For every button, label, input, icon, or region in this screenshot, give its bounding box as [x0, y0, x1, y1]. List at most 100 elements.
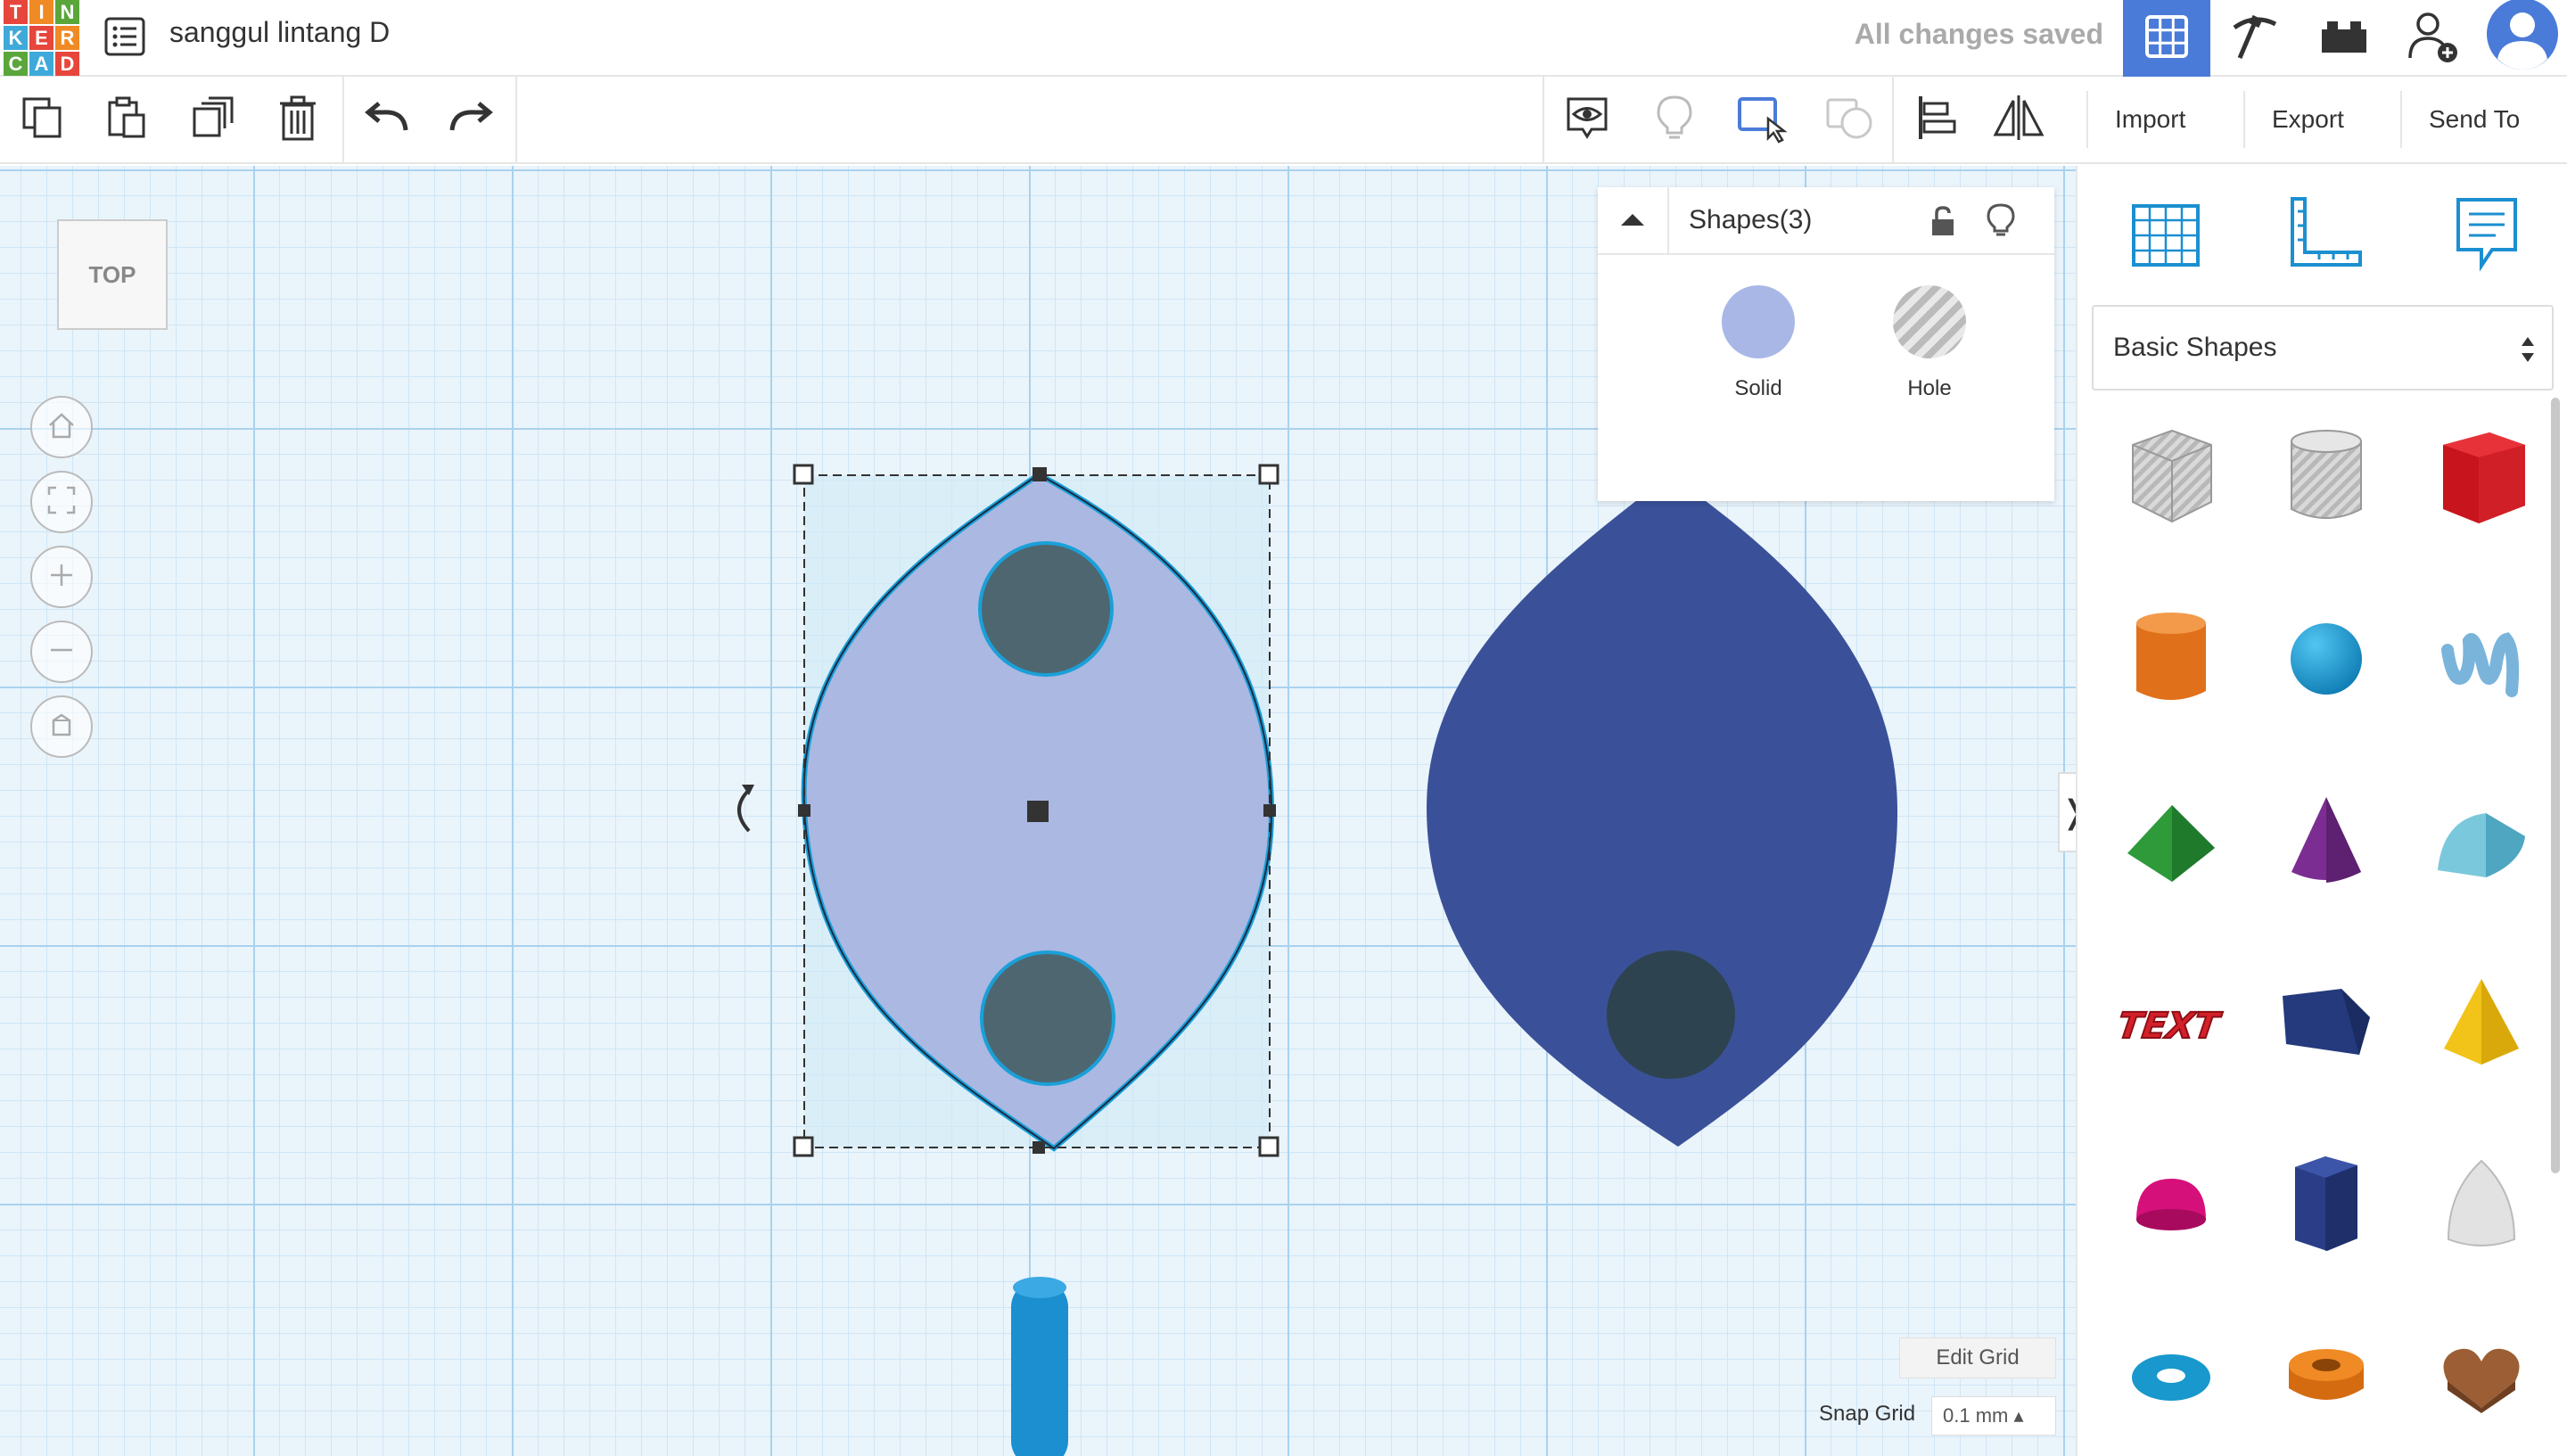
- scribble-icon: [2437, 614, 2526, 708]
- align-button[interactable]: [1912, 95, 1962, 144]
- logo-letter: R: [55, 26, 79, 50]
- avatar-icon: [2481, 0, 2563, 79]
- edit-toolbar: Import Export Send To: [0, 77, 2567, 164]
- hole-option[interactable]: Hole: [1876, 285, 1983, 401]
- shape-scribble[interactable]: [2423, 603, 2539, 719]
- shape-round-roof[interactable]: [2423, 785, 2539, 901]
- collapse-inspector-button[interactable]: [1598, 187, 1669, 255]
- shape-cylinder[interactable]: [2113, 603, 2229, 719]
- cone-icon: [2286, 792, 2366, 894]
- shape-roof[interactable]: [2113, 785, 2229, 901]
- grid-icon: [2143, 13, 2190, 64]
- shape-tube[interactable]: [2268, 1321, 2384, 1437]
- bricks-button[interactable]: [2300, 0, 2388, 77]
- save-status: All changes saved: [1854, 18, 2103, 50]
- ruler-tab[interactable]: [2275, 187, 2374, 285]
- solid-swatch: [1722, 285, 1795, 358]
- hole-swatch: [1893, 285, 1966, 358]
- group-button[interactable]: [1737, 95, 1788, 144]
- copy-icon: [21, 95, 65, 144]
- design-menu-icon[interactable]: [103, 16, 146, 57]
- shape-sphere[interactable]: [2268, 603, 2384, 719]
- shape-text[interactable]: TEXT: [2113, 967, 2229, 1082]
- trash-icon: [276, 95, 319, 145]
- hole-label: Hole: [1907, 376, 1952, 400]
- duplicate-icon: [191, 95, 237, 145]
- toolbar-divider: [1892, 77, 1894, 164]
- duplicate-button[interactable]: [189, 95, 239, 144]
- eye-bubble-icon: [1563, 94, 1611, 146]
- hole-shape-dark[interactable]: [1607, 950, 1735, 1079]
- rotate-handle-icon[interactable]: [737, 788, 751, 833]
- paste-button[interactable]: [102, 95, 152, 144]
- shape-half-sphere[interactable]: [2113, 1148, 2229, 1264]
- shape-library-select[interactable]: Basic Shapes: [2092, 305, 2554, 391]
- ungroup-button[interactable]: [1824, 95, 1874, 144]
- lock-icon: [1929, 206, 1956, 241]
- text-3d-icon: TEXT: [2114, 991, 2226, 1058]
- paraboloid-icon: [2441, 1156, 2522, 1258]
- shape-torus[interactable]: [2113, 1321, 2229, 1437]
- shape-box-hole[interactable]: [2113, 421, 2229, 537]
- lock-button[interactable]: [1929, 205, 1956, 242]
- delete-button[interactable]: [273, 95, 323, 144]
- roof-icon: [2122, 796, 2220, 890]
- solid-option[interactable]: Solid: [1705, 285, 1812, 401]
- mirror-button[interactable]: [1993, 95, 2045, 144]
- toolbar-divider: [515, 77, 517, 164]
- notes-light-button[interactable]: [1650, 95, 1699, 144]
- caret-up-icon: [1619, 211, 1646, 232]
- shape-library-panel: Basic Shapes TEXT: [2076, 166, 2567, 1456]
- shape-polygon[interactable]: [2268, 1148, 2384, 1264]
- design-title[interactable]: sanggul lintang D: [169, 16, 390, 49]
- shape-paraboloid[interactable]: [2423, 1148, 2539, 1264]
- shape-pyramid[interactable]: [2423, 967, 2539, 1082]
- send-to-button[interactable]: Send To: [2400, 91, 2546, 148]
- profile-button[interactable]: [2479, 0, 2566, 77]
- pyramid-icon: [2437, 974, 2526, 1076]
- light-button[interactable]: [1987, 203, 2015, 242]
- toolbar-divider: [1543, 77, 1544, 164]
- edit-grid-button[interactable]: Edit Grid: [1899, 1337, 2056, 1378]
- prism-icon: [2277, 978, 2375, 1072]
- logo-letter: C: [4, 52, 28, 76]
- shape-cone[interactable]: [2268, 785, 2384, 901]
- undo-button[interactable]: [362, 95, 412, 144]
- invite-button[interactable]: [2390, 0, 2477, 77]
- codeblocks-button[interactable]: [2211, 0, 2299, 77]
- tinkercad-logo[interactable]: T I N K E R C A D: [4, 0, 80, 76]
- snap-grid-select[interactable]: 0.1 mm ▴: [1931, 1396, 2056, 1435]
- logo-letter: N: [55, 0, 79, 24]
- hole-shape-top[interactable]: [978, 541, 1114, 677]
- redo-icon: [448, 100, 493, 140]
- show-all-button[interactable]: [1562, 95, 1612, 144]
- redo-button[interactable]: [446, 95, 496, 144]
- shape-cylinder-hole[interactable]: [2268, 421, 2384, 537]
- library-scrollbar[interactable]: [2551, 398, 2560, 1173]
- notes-tab[interactable]: [2438, 187, 2536, 285]
- logo-letter: T: [4, 0, 28, 24]
- workplane-icon: [2127, 195, 2205, 278]
- shape-prism[interactable]: [2268, 967, 2384, 1082]
- center-handle[interactable]: [1027, 801, 1049, 822]
- shape-heart[interactable]: [2423, 1321, 2539, 1437]
- 3d-view-button[interactable]: [2123, 0, 2210, 77]
- box-icon: [2432, 425, 2530, 533]
- box-hole-icon: [2122, 425, 2220, 533]
- top-bar: T I N K E R C A D sanggul lintang D All …: [0, 0, 2567, 77]
- solid-label: Solid: [1734, 376, 1782, 400]
- shape-inspector: Shapes(3) Solid Hole: [1598, 187, 2054, 501]
- hole-shape-bottom[interactable]: [980, 950, 1115, 1086]
- cylinder-shape[interactable]: [1011, 1280, 1068, 1456]
- svg-text:TEXT: TEXT: [2118, 1006, 2225, 1047]
- ungroup-icon: [1824, 93, 1874, 147]
- shape-box[interactable]: [2423, 421, 2539, 537]
- pickaxe-icon: [2227, 12, 2283, 66]
- workplane-tab[interactable]: [2117, 187, 2215, 285]
- workplane-canvas[interactable]: TOP Shapes(3) Solid Hole Edit Grid Snap …: [0, 166, 2076, 1456]
- heart-icon: [2437, 1342, 2526, 1418]
- cylinder-icon: [2131, 607, 2211, 715]
- copy-button[interactable]: [18, 95, 68, 144]
- import-button[interactable]: Import: [2086, 91, 2212, 148]
- export-button[interactable]: Export: [2243, 91, 2371, 148]
